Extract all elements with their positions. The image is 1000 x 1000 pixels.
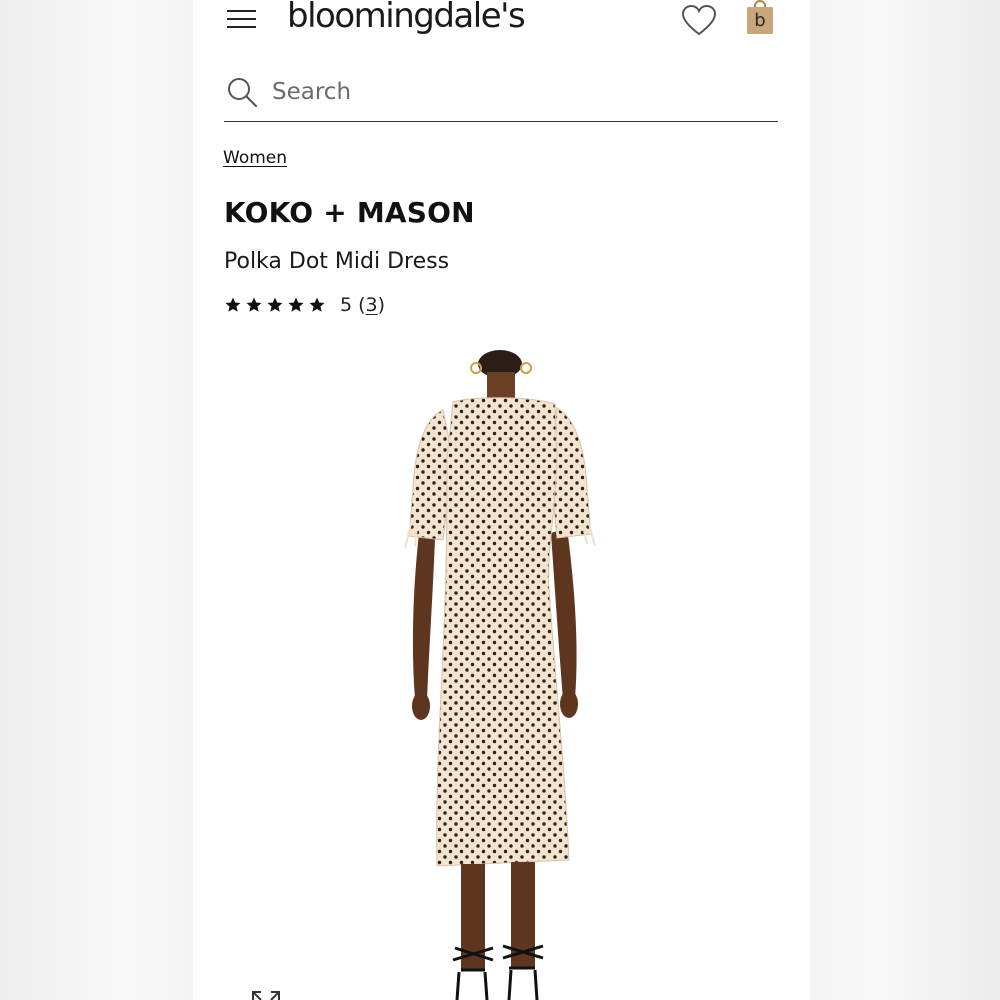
mobile-screen: bloomingdale's b Women KOKO + MASON Polk… bbox=[193, 0, 810, 1000]
shopping-bag-button[interactable]: b bbox=[745, 0, 775, 36]
search-input[interactable] bbox=[272, 74, 752, 110]
review-count-link[interactable]: (3) bbox=[358, 294, 385, 316]
star-icon bbox=[267, 297, 283, 312]
expand-icon[interactable] bbox=[249, 986, 283, 1000]
menu-button[interactable] bbox=[227, 8, 257, 30]
star-icon bbox=[309, 297, 325, 312]
star-icon bbox=[246, 297, 262, 312]
product-image[interactable] bbox=[343, 348, 663, 1000]
review-count-close: ) bbox=[377, 294, 386, 316]
star-icon bbox=[225, 297, 241, 312]
hamburger-icon-line bbox=[227, 10, 256, 12]
heart-icon bbox=[681, 4, 717, 36]
hamburger-icon-line bbox=[227, 26, 256, 28]
review-count[interactable]: 3 bbox=[366, 294, 378, 316]
hamburger-icon-line bbox=[227, 18, 256, 20]
product-brand[interactable]: KOKO + MASON bbox=[224, 196, 475, 229]
product-rating[interactable]: 5 (3) bbox=[224, 291, 385, 319]
search-icon bbox=[228, 78, 258, 108]
rating-value: 5 bbox=[340, 294, 353, 316]
product-name: Polka Dot Midi Dress bbox=[224, 249, 450, 274]
wishlist-button[interactable] bbox=[681, 4, 717, 38]
review-count-open: ( bbox=[358, 294, 366, 316]
star-rating bbox=[224, 296, 326, 314]
breadcrumb-women[interactable]: Women bbox=[223, 148, 287, 168]
star-icon bbox=[288, 297, 304, 312]
logo[interactable]: bloomingdale's bbox=[287, 0, 526, 38]
search-bar[interactable] bbox=[224, 70, 778, 122]
shopping-bag-icon: b bbox=[747, 7, 773, 34]
